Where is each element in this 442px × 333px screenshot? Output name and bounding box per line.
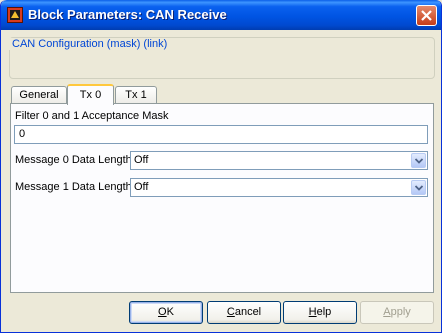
- tab-label: Tx 0: [79, 89, 102, 101]
- filter-mask-label: Filter 0 and 1 Acceptance Mask: [15, 110, 169, 122]
- window-title: Block Parameters: CAN Receive: [28, 7, 227, 22]
- tab-label: General: [19, 89, 59, 101]
- ok-accel: O: [158, 306, 167, 318]
- message0-length-value: Off: [134, 154, 149, 166]
- simulink-block-icon[interactable]: [7, 7, 23, 23]
- apply-accel: A: [383, 306, 391, 318]
- message0-length-label: Message 0 Data Length: [15, 154, 132, 166]
- dropdown-button[interactable]: [411, 180, 426, 195]
- tab-label: Tx 1: [125, 89, 147, 101]
- tab-tx1[interactable]: Tx 1: [115, 86, 157, 104]
- ok-button[interactable]: OK: [129, 301, 203, 324]
- apply-button[interactable]: Apply: [360, 301, 434, 324]
- message0-length-select[interactable]: Off: [130, 151, 428, 170]
- help-accel: H: [308, 306, 317, 318]
- ok-rest: K: [166, 306, 174, 318]
- close-button[interactable]: [416, 5, 437, 26]
- dropdown-button[interactable]: [411, 153, 426, 168]
- dialog-window: Block Parameters: CAN Receive CAN Config…: [0, 0, 442, 333]
- filter-mask-input[interactable]: 0: [14, 125, 428, 144]
- help-button[interactable]: Help: [283, 301, 357, 324]
- message1-length-value: Off: [134, 181, 149, 193]
- chevron-down-icon: [415, 185, 423, 191]
- apply-rest: pply: [390, 306, 411, 318]
- cancel-rest: ancel: [234, 306, 262, 318]
- message1-length-label: Message 1 Data Length: [15, 181, 132, 193]
- tab-general[interactable]: General: [11, 86, 67, 104]
- tab-tx0[interactable]: Tx 0: [67, 84, 114, 105]
- filter-mask-value: 0: [19, 128, 26, 140]
- group-title: CAN Configuration (mask) (link): [9, 38, 171, 50]
- chevron-down-icon: [415, 158, 423, 164]
- close-icon: [421, 10, 432, 21]
- cancel-button[interactable]: Cancel: [207, 301, 281, 324]
- title-bar[interactable]: Block Parameters: CAN Receive: [1, 0, 441, 30]
- message1-length-select[interactable]: Off: [130, 178, 428, 197]
- help-rest: elp: [316, 306, 332, 318]
- cancel-accel: C: [226, 306, 235, 318]
